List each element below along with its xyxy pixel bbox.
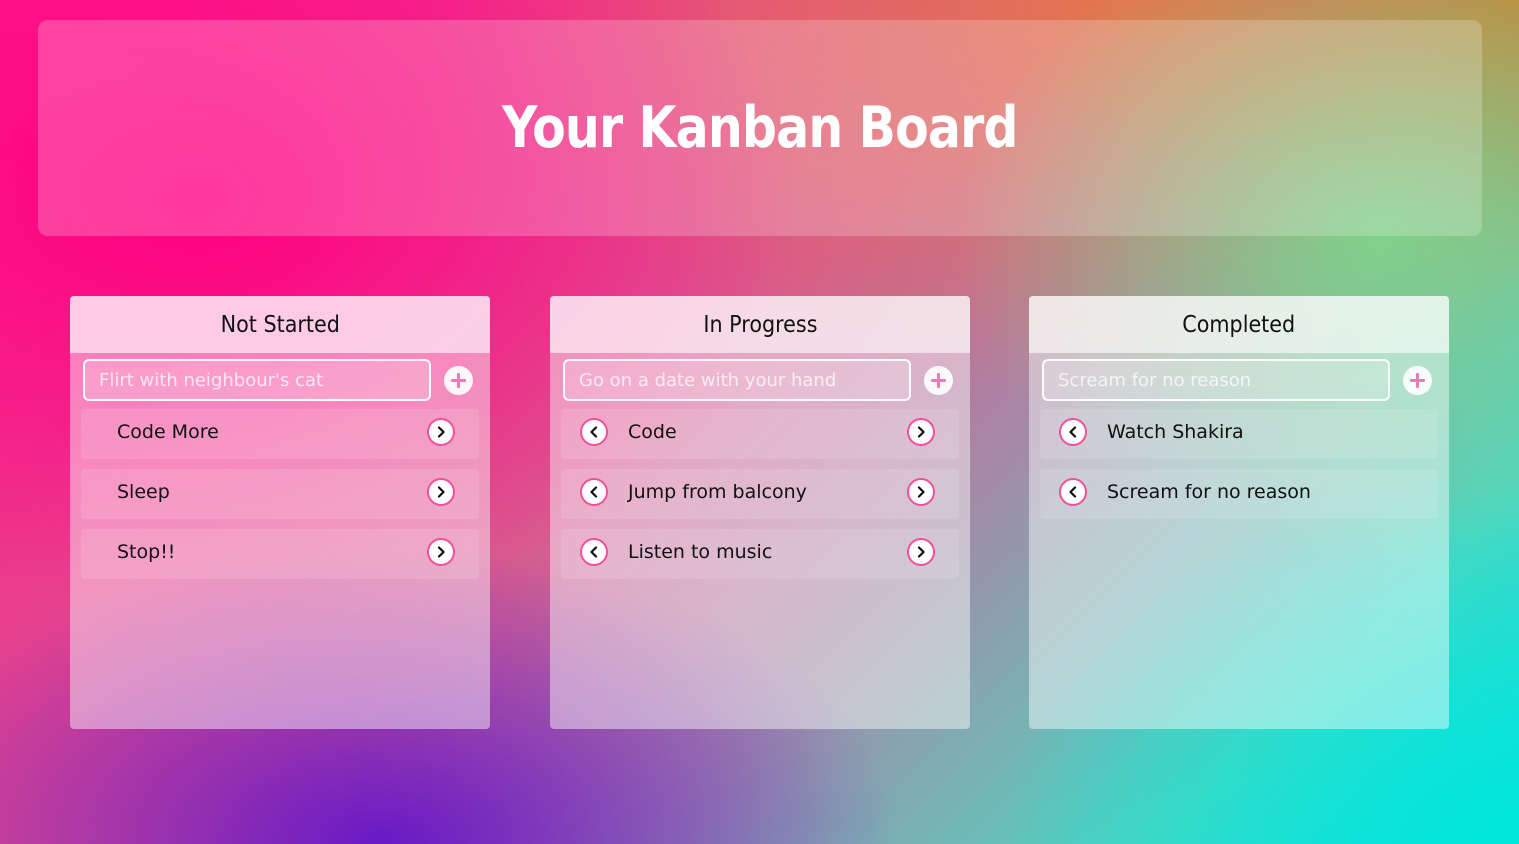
move-left-button[interactable]	[1059, 478, 1087, 506]
move-left-button[interactable]	[580, 418, 608, 446]
add-task-button[interactable]	[924, 366, 953, 395]
move-right-button[interactable]	[907, 418, 935, 446]
chevron-left-icon	[1069, 486, 1077, 498]
task-label: Sleep	[117, 481, 170, 503]
column-header: Completed	[1029, 296, 1449, 353]
column-header: Not Started	[70, 296, 490, 353]
chevron-left-icon	[590, 546, 598, 558]
move-right-button[interactable]	[427, 418, 455, 446]
task-label: Scream for no reason	[1107, 481, 1311, 503]
add-task-row	[550, 353, 970, 409]
chevron-right-icon	[917, 486, 925, 498]
column-header: In Progress	[550, 296, 970, 353]
task-card: Code More	[81, 409, 479, 459]
task-card: Stop!!	[81, 529, 479, 579]
task-card: Code	[561, 409, 959, 459]
task-card: Jump from balcony	[561, 469, 959, 519]
task-label: Jump from balcony	[628, 481, 807, 503]
task-card: Sleep	[81, 469, 479, 519]
add-task-button[interactable]	[1403, 366, 1432, 395]
add-task-row	[70, 353, 490, 409]
plus-icon	[931, 373, 946, 388]
plus-icon	[451, 373, 466, 388]
chevron-right-icon	[437, 546, 445, 558]
add-task-button[interactable]	[444, 366, 473, 395]
task-label: Watch Shakira	[1107, 421, 1244, 443]
move-left-button[interactable]	[580, 538, 608, 566]
task-card: Scream for no reason	[1040, 469, 1438, 519]
column-in-progress: In Progress Code Jump from balcony Liste…	[550, 296, 970, 729]
board-header: Your Kanban Board	[38, 20, 1482, 236]
move-right-button[interactable]	[907, 478, 935, 506]
chevron-right-icon	[917, 426, 925, 438]
new-task-input[interactable]	[83, 359, 431, 401]
move-right-button[interactable]	[427, 478, 455, 506]
task-label: Code More	[117, 421, 219, 443]
chevron-right-icon	[437, 426, 445, 438]
move-left-button[interactable]	[580, 478, 608, 506]
move-left-button[interactable]	[1059, 418, 1087, 446]
move-right-button[interactable]	[427, 538, 455, 566]
new-task-input[interactable]	[1042, 359, 1390, 401]
new-task-input[interactable]	[563, 359, 911, 401]
task-label: Code	[628, 421, 677, 443]
column-title: In Progress	[702, 311, 818, 338]
chevron-left-icon	[1069, 426, 1077, 438]
chevron-right-icon	[437, 486, 445, 498]
chevron-left-icon	[590, 426, 598, 438]
add-task-row	[1029, 353, 1449, 409]
column-title: Not Started	[220, 311, 340, 338]
column-not-started: Not Started Code More Sleep Stop!!	[70, 296, 490, 729]
column-completed: Completed Watch Shakira Scream for no re…	[1029, 296, 1449, 729]
plus-icon	[1410, 373, 1425, 388]
task-card: Listen to music	[561, 529, 959, 579]
move-right-button[interactable]	[907, 538, 935, 566]
task-card: Watch Shakira	[1040, 409, 1438, 459]
column-title: Completed	[1182, 311, 1296, 338]
task-label: Stop!!	[117, 541, 176, 563]
chevron-left-icon	[590, 486, 598, 498]
chevron-right-icon	[917, 546, 925, 558]
page-title: Your Kanban Board	[502, 95, 1019, 161]
task-label: Listen to music	[628, 541, 773, 563]
